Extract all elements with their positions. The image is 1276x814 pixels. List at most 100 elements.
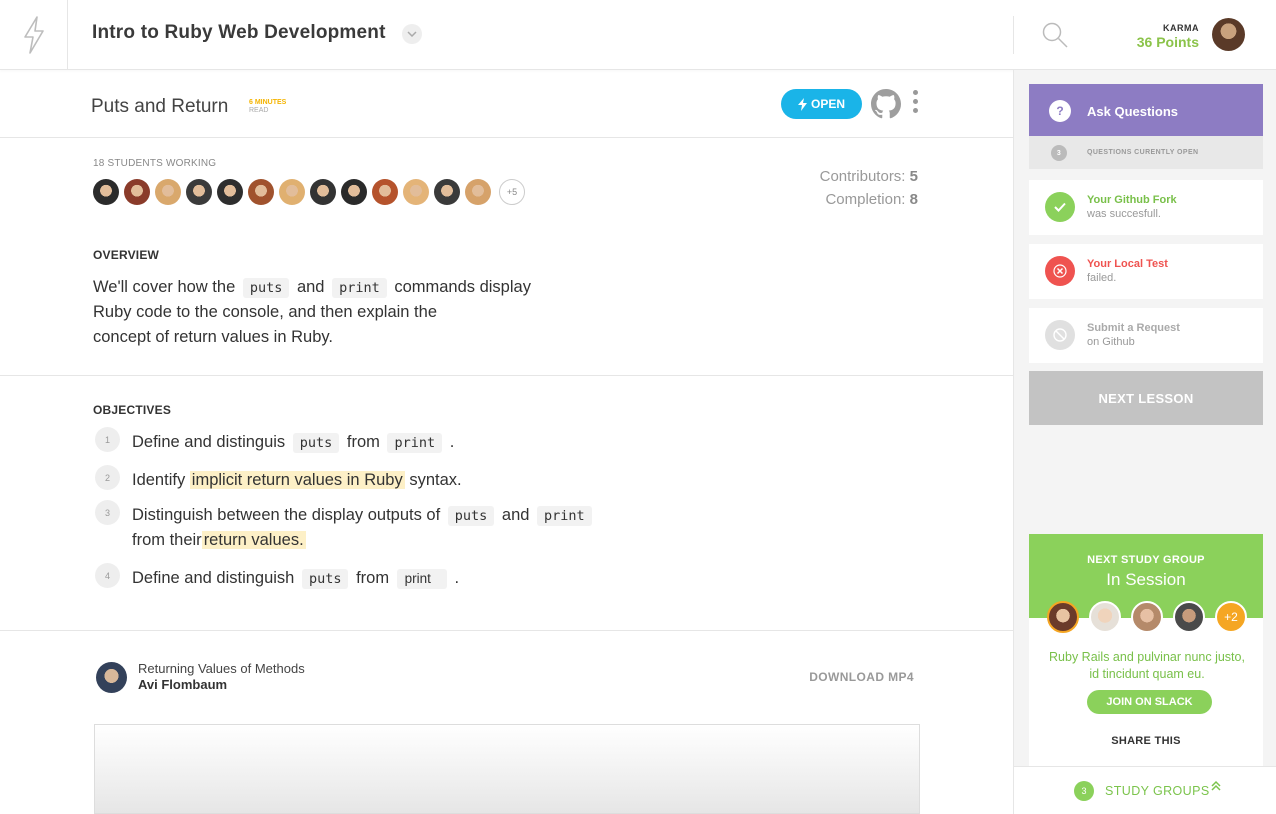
objective-text: from (346, 433, 380, 451)
objective-item: 1 Define and distinguis puts from print … (95, 427, 454, 455)
section-divider (0, 630, 1013, 631)
overview-text: We'll cover how the puts and print comma… (93, 275, 593, 350)
ask-questions-button[interactable]: ? Ask Questions (1029, 84, 1263, 136)
student-avatar[interactable] (124, 179, 150, 205)
objective-text: and (501, 506, 530, 524)
study-groups-footer[interactable]: 3 STUDY GROUPS (1014, 766, 1276, 814)
overview-text-part: Ruby code to the console, and then expla… (93, 303, 437, 321)
study-group-title: In Session (1106, 570, 1186, 589)
objective-text: syntax. (409, 471, 462, 489)
search-icon[interactable] (1042, 22, 1068, 53)
student-avatar[interactable] (155, 179, 181, 205)
study-group-card: NEXT STUDY GROUP In Session +2 Ruby Rail… (1029, 534, 1263, 766)
student-avatar[interactable] (186, 179, 212, 205)
objective-text: Define and distinguis (132, 433, 286, 451)
study-groups-count: 3 (1074, 781, 1094, 801)
objective-number: 4 (95, 563, 120, 588)
code-snippet: puts (447, 506, 495, 526)
avatar[interactable] (1047, 601, 1079, 633)
avatar[interactable] (1173, 601, 1205, 633)
student-avatar[interactable] (341, 179, 367, 205)
student-avatar[interactable] (372, 179, 398, 205)
code-snippet: puts (301, 569, 349, 589)
card-subtitle: failed. (1087, 272, 1117, 284)
overview-text-part: concept of return values in Ruby. (93, 328, 333, 346)
divider (1013, 16, 1014, 54)
video-player[interactable] (94, 724, 920, 814)
code-snippet: puts (242, 278, 290, 298)
objective-text: Define and distinguish (132, 569, 295, 587)
join-slack-button[interactable]: JOIN ON SLACK (1087, 690, 1212, 714)
completion-label: Completion: (825, 191, 906, 208)
study-group-label: NEXT STUDY GROUP (1087, 554, 1205, 566)
student-avatar[interactable] (310, 179, 336, 205)
study-group-description: Ruby Rails and pulvinar nunc justo, id t… (1049, 650, 1245, 681)
student-avatar[interactable] (279, 179, 305, 205)
open-questions-label: QUESTIONS CURENTLY OPEN (1087, 149, 1199, 156)
next-lesson-button[interactable]: NEXT LESSON (1029, 371, 1263, 425)
avatar[interactable] (1131, 601, 1163, 633)
chevron-down-icon[interactable] (402, 24, 422, 44)
study-groups-label: STUDY GROUPS (1105, 784, 1210, 798)
completion-value: 8 (909, 191, 918, 208)
objective-number: 1 (95, 427, 120, 452)
card-title: Your Github Fork (1087, 194, 1177, 206)
more-options-icon[interactable] (913, 90, 919, 117)
contributors-value: 5 (909, 168, 918, 185)
chevron-up-icon[interactable] (1211, 780, 1221, 795)
student-avatar[interactable] (248, 179, 274, 205)
objective-number: 2 (95, 465, 120, 490)
lesson-stats: Contributors: 5 Completion: 8 (820, 165, 918, 211)
code-snippet: print (387, 433, 443, 453)
open-questions-count: 3 (1051, 145, 1067, 161)
download-mp4-link[interactable]: DOWNLOAD MP4 (809, 670, 914, 684)
reading-time: 6 MINUTES (249, 99, 287, 106)
objective-text: Identify (132, 471, 186, 489)
overview-text-part: commands display (394, 278, 531, 296)
objective-text: . (454, 569, 460, 587)
student-avatar[interactable] (434, 179, 460, 205)
top-bar: Intro to Ruby Web Development KARMA 36 P… (0, 0, 1276, 70)
open-questions-row[interactable]: 3 QUESTIONS CURENTLY OPEN (1029, 136, 1263, 169)
more-members-button[interactable]: +2 (1215, 601, 1247, 633)
more-students-button[interactable]: +5 (499, 179, 525, 205)
highlighted-text: return values. (201, 531, 306, 549)
check-icon (1045, 192, 1075, 222)
card-title: Submit a Request (1087, 322, 1180, 334)
card-title: Your Local Test (1087, 258, 1168, 270)
close-icon (1045, 256, 1075, 286)
objective-text: from (356, 569, 390, 587)
student-avatar[interactable] (403, 179, 429, 205)
card-subtitle: was succesfull. (1087, 208, 1161, 220)
block-icon (1045, 320, 1075, 350)
sidebar: ? Ask Questions 3 QUESTIONS CURENTLY OPE… (1013, 70, 1276, 814)
video-author: Avi Flombaum (138, 677, 228, 692)
author-avatar (96, 662, 127, 693)
share-link[interactable]: SHARE THIS (1029, 735, 1263, 747)
student-avatars: +5 (93, 179, 525, 205)
student-avatar[interactable] (465, 179, 491, 205)
objective-item: 4 Define and distinguish puts from print… (95, 563, 460, 591)
contributors-stat: Contributors: 5 (820, 165, 918, 188)
submit-request-card[interactable]: Submit a Request on Github (1029, 308, 1263, 363)
completion-stat: Completion: 8 (820, 188, 918, 211)
open-button-label: OPEN (810, 97, 845, 111)
logo-icon[interactable] (0, 0, 68, 70)
open-button[interactable]: OPEN (781, 89, 862, 119)
code-snippet: print (332, 278, 387, 298)
github-fork-card[interactable]: Your Github Fork was succesfull. (1029, 180, 1263, 235)
overview-heading: OVERVIEW (93, 248, 160, 262)
objective-item: 3 Distinguish between the display output… (95, 500, 595, 553)
bolt-icon (797, 97, 807, 111)
lesson-header: Puts and Return 6 MINUTES READ OPEN (0, 70, 1013, 138)
student-avatar[interactable] (93, 179, 119, 205)
github-icon[interactable] (871, 89, 901, 124)
avatar[interactable] (1089, 601, 1121, 633)
local-test-card[interactable]: Your Local Test failed. (1029, 244, 1263, 299)
students-working-label: 18 STUDENTS WORKING (93, 158, 217, 169)
ask-questions-label: Ask Questions (1087, 104, 1179, 119)
objective-text: Distinguish between the display outputs … (132, 506, 441, 524)
student-avatar[interactable] (217, 179, 243, 205)
course-title[interactable]: Intro to Ruby Web Development (92, 22, 386, 44)
user-avatar[interactable] (1212, 18, 1245, 51)
